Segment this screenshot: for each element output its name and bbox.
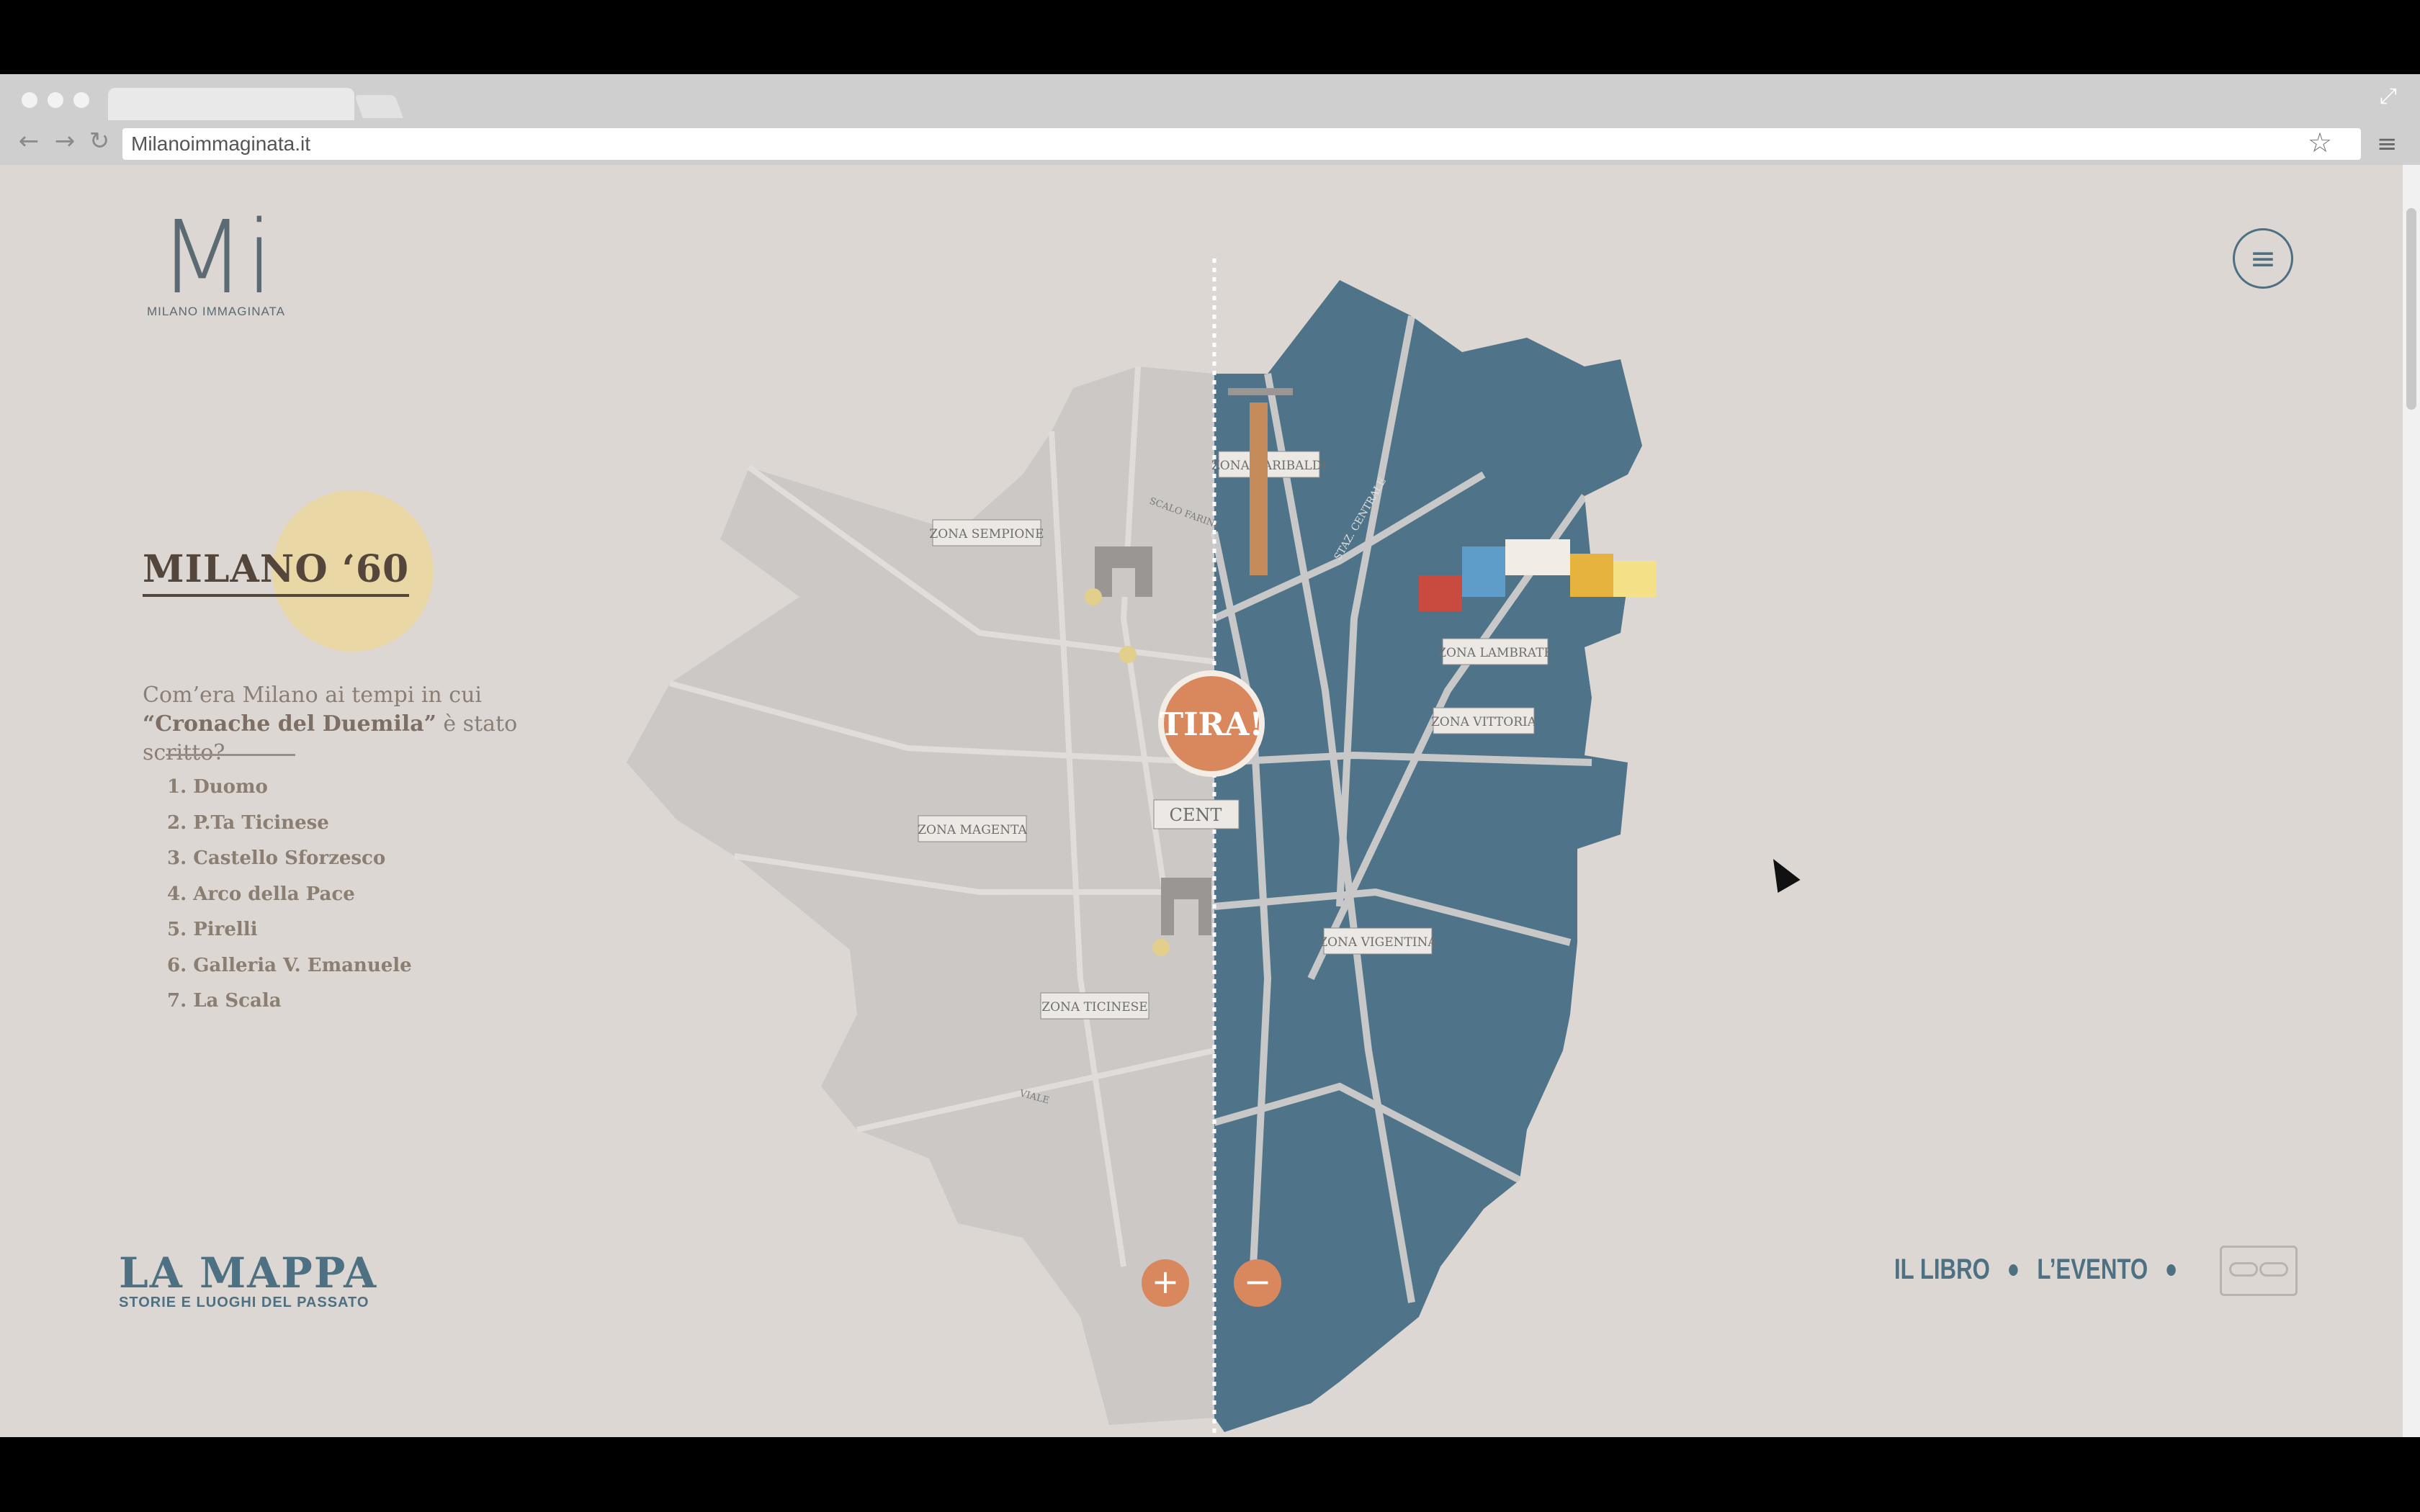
- window-controls: [22, 92, 89, 108]
- city-map[interactable]: ZONA SEMPIONE ZONA MAGENTA ZONA TICINESE…: [619, 258, 1743, 1437]
- zone-vittoria-text: ZONA VITTORIA: [1431, 715, 1537, 729]
- nav-evento-link[interactable]: L’EVENTO: [2037, 1254, 2148, 1286]
- place-item-duomo[interactable]: 1. Duomo: [167, 770, 412, 806]
- forward-icon[interactable]: →: [50, 127, 79, 156]
- logo-mark: Mi: [158, 199, 274, 317]
- zone-ticinese-text: ZONA TICINESE: [1041, 1000, 1147, 1014]
- close-window-button[interactable]: [22, 92, 37, 108]
- zone-vigentina-text: ZONA VIGENTINA: [1319, 935, 1437, 950]
- mouse-cursor-icon: [1762, 852, 1801, 894]
- maximize-window-button[interactable]: [73, 92, 89, 108]
- tira-drag-handle[interactable]: TIRA!: [1158, 670, 1265, 777]
- site-logo[interactable]: Mi MILANO IMMAGINATA: [140, 208, 292, 319]
- tira-label: TIRA!: [1160, 706, 1263, 743]
- reload-icon[interactable]: ↻: [85, 127, 114, 156]
- intro-bold: “Cronache del Duemila”: [143, 711, 436, 737]
- nav-separator: [2166, 1264, 2177, 1276]
- cassette-reel: [2259, 1262, 2288, 1277]
- mappa-title: LA MAPPA: [119, 1248, 378, 1297]
- zone-label-vittoria[interactable]: ZONA VITTORIA: [1431, 707, 1537, 734]
- zone-label-sempione[interactable]: ZONA SEMPIONE: [929, 519, 1044, 546]
- era-title: MILANO ‘60: [143, 547, 410, 597]
- cassette-reel: [2229, 1262, 2258, 1277]
- place-item-ticinese[interactable]: 2. P.Ta Ticinese: [167, 806, 412, 842]
- bottom-nav: IL LIBRO L’EVENTO: [1894, 1254, 2177, 1286]
- scrollbar-thumb[interactable]: [2406, 208, 2416, 410]
- page-content: Mi MILANO IMMAGINATA ≡ MILANO ‘60 Com’er…: [0, 165, 2403, 1437]
- intro-divider: [166, 754, 295, 756]
- zone-label-lambrate[interactable]: ZONA LAMBRATE: [1438, 638, 1553, 665]
- place-item-pirelli[interactable]: 5. Pirelli: [167, 912, 412, 948]
- zone-label-garibaldi[interactable]: ZONA GARIBALDI: [1211, 451, 1327, 478]
- zone-label-vigentina[interactable]: ZONA VIGENTINA: [1319, 927, 1437, 955]
- fullscreen-icon[interactable]: ⤢: [2380, 84, 2397, 109]
- zoom-in-button[interactable]: +: [1142, 1259, 1189, 1307]
- bookmark-star-icon[interactable]: ☆: [2308, 127, 2332, 158]
- places-list: 1. Duomo 2. P.Ta Ticinese 3. Castello Sf…: [167, 770, 412, 1020]
- nav-libro-link[interactable]: IL LIBRO: [1894, 1254, 1990, 1286]
- nav-separator: [2009, 1264, 2018, 1276]
- logo-name: MILANO IMMAGINATA: [146, 305, 286, 318]
- intro-prefix: Com’era Milano ai tempi in cui: [143, 683, 483, 708]
- landmark-arco-della-pace-icon[interactable]: [1085, 546, 1152, 606]
- place-item-galleria[interactable]: 6. Galleria V. Emanuele: [167, 948, 412, 984]
- place-item-castello[interactable]: 3. Castello Sforzesco: [167, 841, 412, 877]
- zone-label-centro[interactable]: CENT: [1153, 799, 1240, 829]
- zone-magenta-text: ZONA MAGENTA: [918, 823, 1027, 837]
- zone-garibaldi-text: ZONA GARIBALDI: [1211, 459, 1327, 473]
- zoom-out-button[interactable]: −: [1234, 1259, 1281, 1307]
- menu-icon: ≡: [2249, 240, 2277, 277]
- zone-label-magenta[interactable]: ZONA MAGENTA: [918, 815, 1027, 842]
- browser-tab-active[interactable]: [108, 88, 354, 120]
- zone-lambrate-text: ZONA LAMBRATE: [1438, 646, 1553, 660]
- zone-sempione-text: ZONA SEMPIONE: [929, 527, 1044, 541]
- new-tab-button[interactable]: [354, 95, 403, 118]
- place-item-scala[interactable]: 7. La Scala: [167, 984, 412, 1020]
- zone-centro-text: CENT: [1170, 805, 1222, 825]
- minimize-window-button[interactable]: [48, 92, 63, 108]
- map-section-title[interactable]: LA MAPPA STORIE E LUOGHI DEL PASSATO: [119, 1248, 377, 1311]
- landmark-duomo-icon[interactable]: [1119, 646, 1137, 663]
- mappa-subtitle: STORIE E LUOGHI DEL PASSATO: [119, 1295, 369, 1310]
- menu-button[interactable]: ≡: [2233, 228, 2293, 289]
- address-bar[interactable]: Milanoimmaginata.it: [122, 128, 2361, 160]
- browser-menu-icon[interactable]: ≡: [2377, 130, 2398, 158]
- place-item-arco[interactable]: 4. Arco della Pace: [167, 877, 412, 913]
- cassette-icon[interactable]: [2220, 1246, 2298, 1296]
- page-scrollbar[interactable]: [2403, 165, 2420, 1437]
- zone-label-ticinese[interactable]: ZONA TICINESE: [1040, 992, 1150, 1020]
- back-icon[interactable]: ←: [14, 127, 43, 156]
